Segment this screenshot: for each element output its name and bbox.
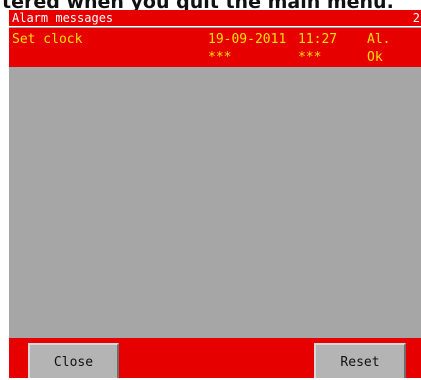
doc-header-fragment: tered when you quit the main menu. (0, 0, 421, 10)
alarm-time: 11:27 (298, 32, 338, 47)
doc-header-text: tered when you quit the main menu. (2, 0, 394, 10)
alarm-date: 19-09-2011 (208, 32, 287, 47)
alarm-panel: Alarm messages 2 Set clock 19-09-2011 11… (9, 10, 421, 378)
alarm-list-area (9, 67, 421, 338)
alarm-status: Al. (367, 32, 391, 47)
reset-button[interactable]: Reset (314, 343, 406, 378)
title-bar: Alarm messages 2 (9, 10, 421, 27)
alarm-message: Set clock (12, 32, 83, 47)
ack-date: *** (208, 50, 232, 65)
window-title: Alarm messages (12, 11, 114, 25)
alarm-row[interactable]: Set clock 19-09-2011 11:27 Al. *** *** O… (9, 28, 421, 67)
button-bar: Close Reset (9, 338, 421, 378)
ack-status: Ok (367, 50, 383, 65)
ack-time: *** (298, 50, 322, 65)
close-button[interactable]: Close (28, 343, 119, 378)
page-number: 2 (412, 11, 420, 25)
